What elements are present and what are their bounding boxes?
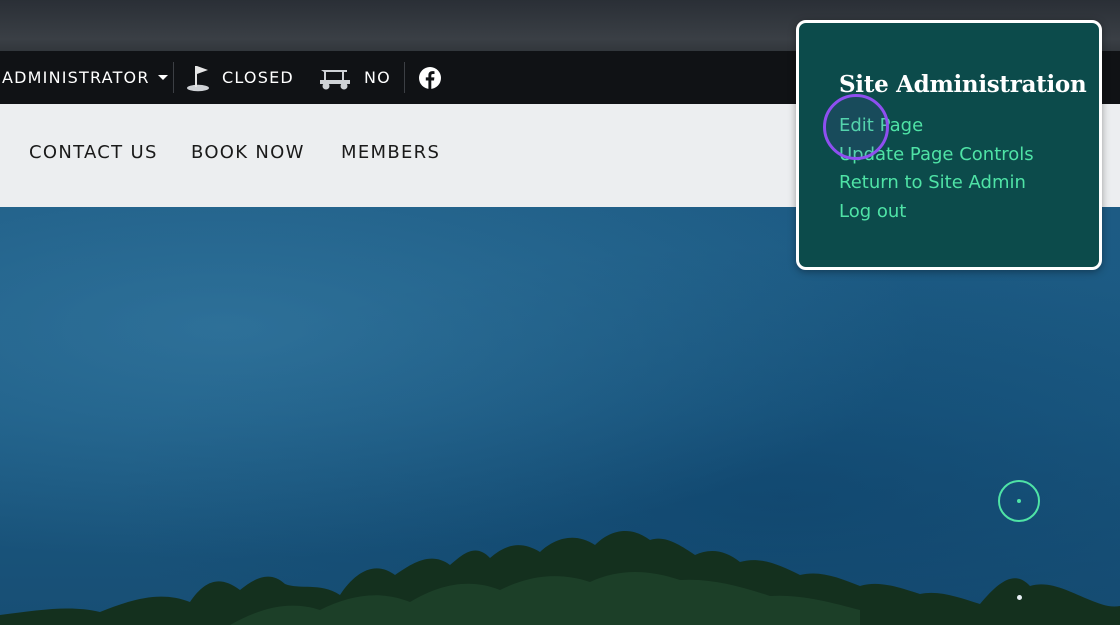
nav-contact-us[interactable]: CONTACT US	[29, 142, 158, 163]
carousel-indicator-dot	[1017, 499, 1021, 503]
facebook-icon	[419, 66, 441, 89]
nav-book-now[interactable]: BOOK NOW	[191, 142, 305, 163]
flag-icon	[187, 65, 209, 91]
tree-line	[0, 530, 1120, 625]
return-to-site-admin-link[interactable]: Return to Site Admin	[839, 172, 1026, 193]
course-status-label: CLOSED	[222, 68, 294, 87]
facebook-link[interactable]	[418, 51, 442, 104]
golf-cart-icon	[320, 69, 350, 89]
log-out-link[interactable]: Log out	[839, 201, 906, 222]
carts-status-label: NO	[364, 68, 391, 87]
administrator-label: ADMINISTRATOR	[2, 68, 150, 87]
carousel-indicator[interactable]	[1017, 595, 1022, 600]
divider	[173, 62, 174, 93]
chevron-down-icon	[157, 75, 168, 80]
administrator-dropdown[interactable]: ADMINISTRATOR	[2, 51, 168, 104]
popup-title: Site Administration	[839, 71, 1087, 98]
click-indicator-ring	[823, 94, 889, 160]
nav-members[interactable]: MEMBERS	[341, 142, 440, 163]
carts-status: NO	[318, 51, 391, 104]
divider	[404, 62, 405, 93]
course-status: CLOSED	[186, 51, 294, 104]
